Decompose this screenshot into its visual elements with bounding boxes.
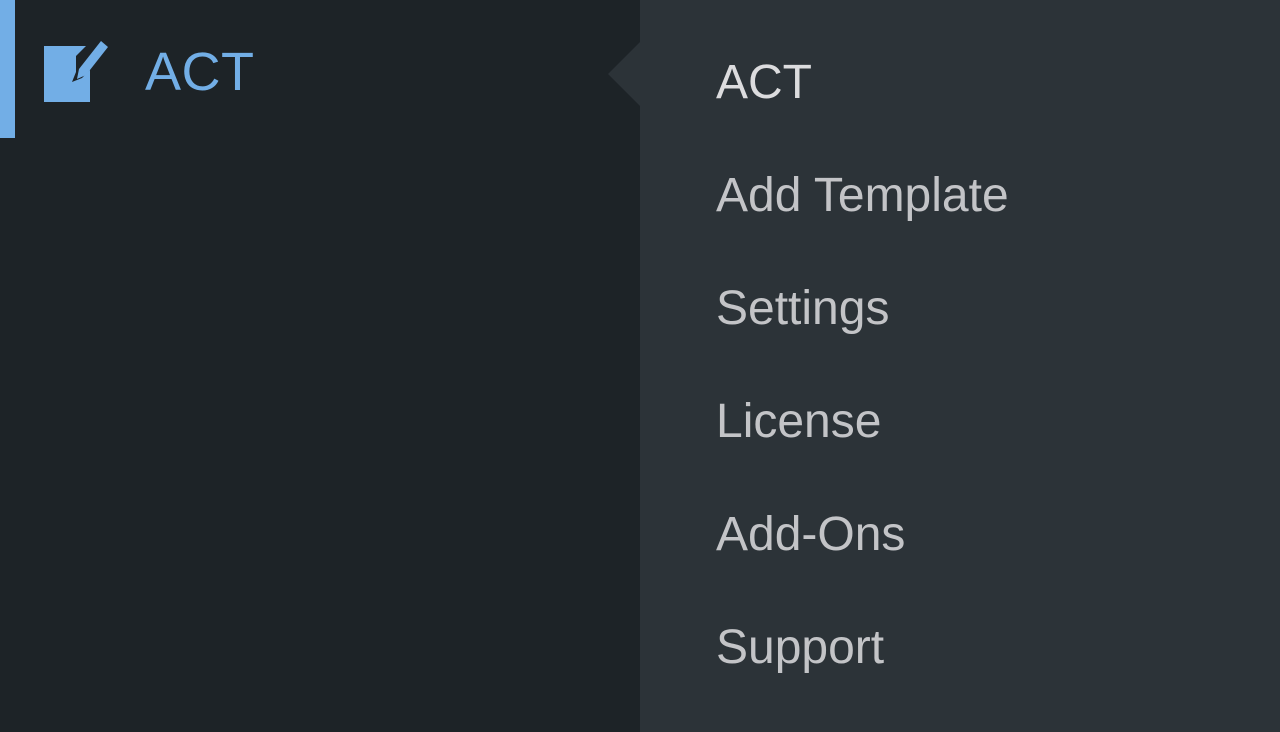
submenu-item-add-template[interactable]: Add Template	[716, 167, 1009, 280]
submenu-pointer	[608, 42, 640, 106]
submenu-list: ACT Add Template Settings License Add-On…	[716, 54, 1009, 732]
submenu-item-support[interactable]: Support	[716, 619, 1009, 732]
admin-sidebar: ACT	[0, 0, 640, 732]
submenu-item-add-ons[interactable]: Add-Ons	[716, 506, 1009, 619]
submenu-item-settings[interactable]: Settings	[716, 280, 1009, 393]
submenu-item-license[interactable]: License	[716, 393, 1009, 506]
active-indicator	[0, 0, 15, 138]
menu-item-label: ACT	[145, 42, 255, 102]
admin-screen: ACT ACT Add Template Settings License Ad…	[0, 0, 1280, 732]
menu-item-act[interactable]: ACT	[0, 0, 640, 138]
edit-note-icon	[44, 34, 108, 102]
flyout-submenu: ACT Add Template Settings License Add-On…	[640, 0, 1280, 732]
submenu-item-act[interactable]: ACT	[716, 54, 1009, 167]
